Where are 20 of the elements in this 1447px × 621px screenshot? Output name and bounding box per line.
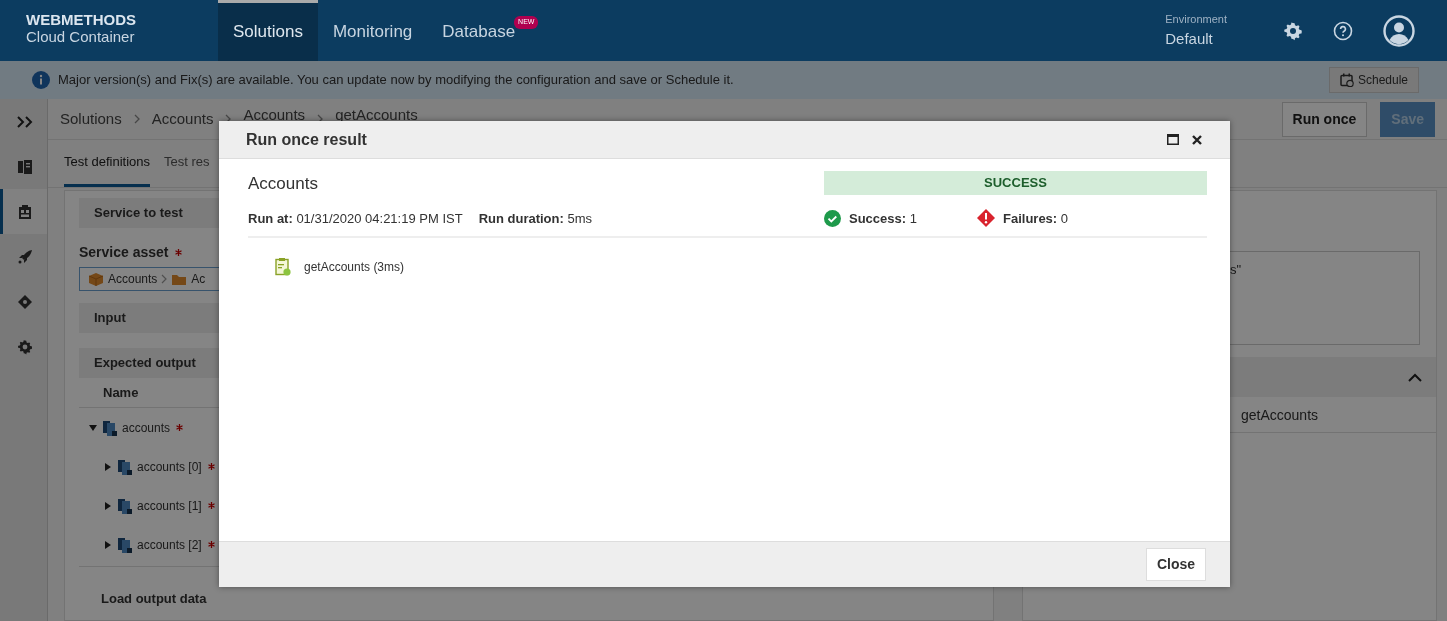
- run-time-text: Run at: 01/31/2020 04:21:19 PM IST: [248, 209, 463, 228]
- tree-label: accounts [2]: [137, 536, 202, 554]
- product-name: Cloud Container: [26, 28, 136, 45]
- tree-label: accounts: [122, 419, 171, 437]
- tree-label: accounts [0]: [137, 458, 202, 476]
- brand-name: WEBMETHODS: [26, 12, 137, 29]
- section-heading: Accounts: [248, 173, 319, 195]
- asset-path-item: Ac: [191, 271, 206, 288]
- success-count: Success: 1: [849, 209, 918, 228]
- dialog-title: Run once result: [246, 129, 368, 150]
- text-snippet: s": [1230, 262, 1242, 277]
- asset-path-item: Accounts: [108, 271, 158, 288]
- status-banner: SUCCESS: [824, 171, 1207, 195]
- failure-count: Failures: 0: [1003, 209, 1069, 228]
- duration-text: Run duration: 5ms: [478, 209, 592, 228]
- section-heading: Load output data: [100, 590, 208, 608]
- notice-text: Major version(s) and Fix(s) are available. You can update now by modifying the configuration and save or Schedule it.: [58, 71, 735, 90]
- tree-label: accounts [1]: [137, 497, 202, 515]
- environment-label: Environment: [1165, 12, 1227, 27]
- field-label: Service asset: [79, 243, 169, 262]
